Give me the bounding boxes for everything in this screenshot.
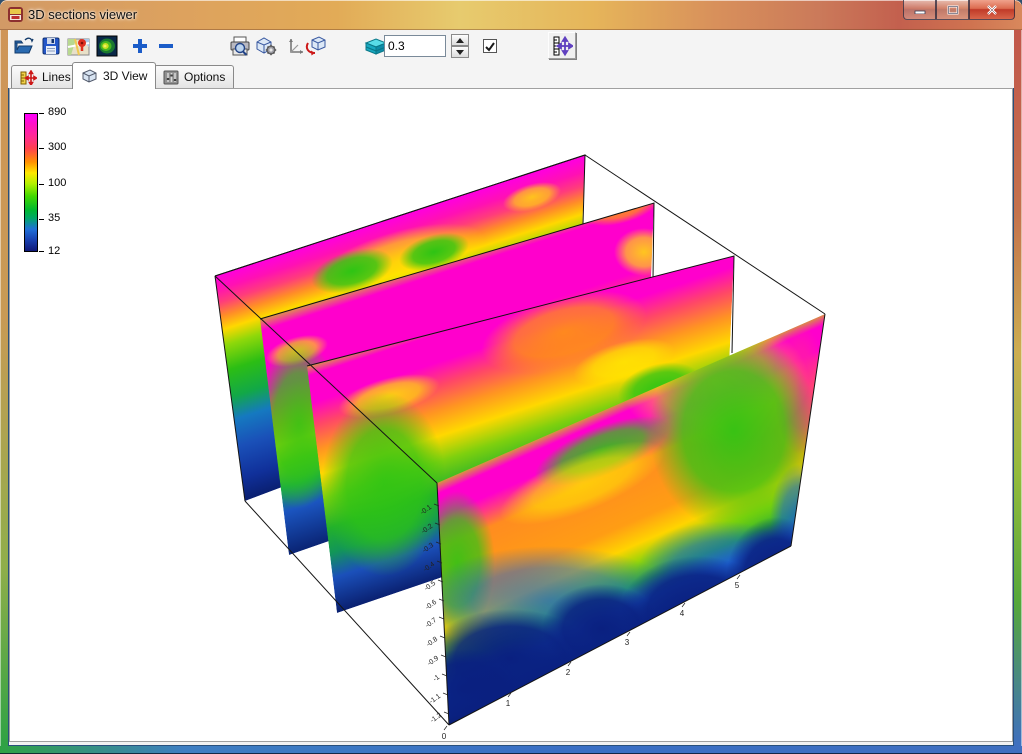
x-tick-label: 1 (506, 699, 511, 708)
save-button[interactable] (39, 34, 63, 58)
zoom-out-button[interactable] (154, 34, 178, 58)
maximize-icon (947, 5, 959, 15)
google-map-pin-icon (67, 35, 91, 57)
app-logo-icon (7, 6, 24, 23)
minimize-icon (914, 5, 926, 14)
spin-down-button[interactable] (451, 46, 469, 58)
maximize-button[interactable] (936, 0, 969, 20)
opacity-spinner (451, 34, 469, 58)
window-border-left (0, 30, 8, 746)
x-tick-label: 5 (735, 581, 740, 590)
down-arrow-icon (456, 50, 464, 55)
minus-icon (157, 37, 175, 55)
window-border-right (1014, 30, 1022, 746)
window-border-bottom (0, 746, 1022, 754)
tab-options[interactable]: Options (154, 65, 234, 88)
contour-map-button[interactable] (95, 34, 119, 58)
colorbar-label: 300 (48, 141, 66, 153)
map-button[interactable] (67, 34, 91, 58)
tab-bar: Lines 3D View Options (8, 61, 1014, 88)
tab-lines-label: Lines (42, 70, 71, 84)
opacity-input[interactable] (384, 35, 446, 57)
scale-move-icon (551, 35, 573, 57)
cube-gear-icon (254, 35, 278, 57)
depth-tick-label: -0.6 (424, 599, 438, 612)
cube-tab-icon (81, 68, 98, 84)
up-arrow-icon (456, 38, 464, 43)
print-preview-icon (229, 35, 251, 57)
x-tick-label: 0 (442, 732, 447, 741)
client-area: Lines 3D View Options (8, 30, 1014, 746)
open-folder-icon (13, 36, 35, 56)
axes-icon (286, 36, 306, 56)
x-tick-label: 4 (680, 609, 685, 618)
minimize-button[interactable] (903, 0, 936, 20)
cube-settings-button[interactable] (254, 34, 278, 58)
plus-icon (131, 37, 149, 55)
depth-tick-label: -0.8 (425, 636, 439, 649)
tab-3d-view-label: 3D View (103, 69, 147, 83)
toolbar (8, 30, 1014, 61)
depth-tick-label: -0.7 (424, 617, 438, 630)
depth-tick-label: -1 (432, 674, 441, 683)
colorbar-label: 100 (48, 177, 66, 189)
colorbar-label: 35 (48, 212, 60, 224)
zoom-in-button[interactable] (128, 34, 152, 58)
rotate-cube-icon (304, 35, 328, 57)
caption-buttons (903, 0, 1015, 20)
colorbar-label: 890 (48, 106, 66, 118)
tab-lines[interactable]: Lines (11, 65, 80, 88)
close-button[interactable] (969, 0, 1015, 20)
options-tab-icon (163, 70, 179, 85)
depth-tick-label: -0.9 (426, 655, 440, 668)
contour-map-icon (96, 35, 118, 57)
window-title: 3D sections viewer (28, 7, 137, 22)
lines-tab-icon (20, 70, 37, 85)
depth-tick-label: -1.1 (428, 693, 442, 706)
3d-view-page: -0.1 -0.2 -0.3 -0.4 -0.5 -0.6 -0.7 -0.8 … (9, 88, 1013, 742)
3d-fence-plot[interactable]: -0.1 -0.2 -0.3 -0.4 -0.5 -0.6 -0.7 -0.8 … (10, 89, 1012, 741)
transparency-checkbox[interactable] (483, 39, 497, 53)
checkmark-icon (484, 41, 496, 53)
depth-tick-label: -1.2 (429, 712, 443, 725)
rotate-view-button[interactable] (304, 34, 328, 58)
app-window: 3D sections viewer (0, 0, 1022, 754)
spin-up-button[interactable] (451, 34, 469, 46)
title-bar[interactable]: 3D sections viewer (0, 0, 1022, 30)
close-icon (986, 5, 998, 15)
print-preview-button[interactable] (228, 34, 252, 58)
tab-options-label: Options (184, 70, 225, 84)
vertical-scale-button[interactable] (548, 32, 576, 59)
open-button[interactable] (12, 34, 36, 58)
x-tick-label: 2 (566, 668, 571, 677)
save-floppy-icon (41, 36, 61, 56)
tab-3d-view[interactable]: 3D View (72, 62, 156, 89)
x-tick-label: 3 (625, 638, 630, 647)
colorbar-label: 12 (48, 245, 60, 257)
colorbar (24, 113, 38, 252)
